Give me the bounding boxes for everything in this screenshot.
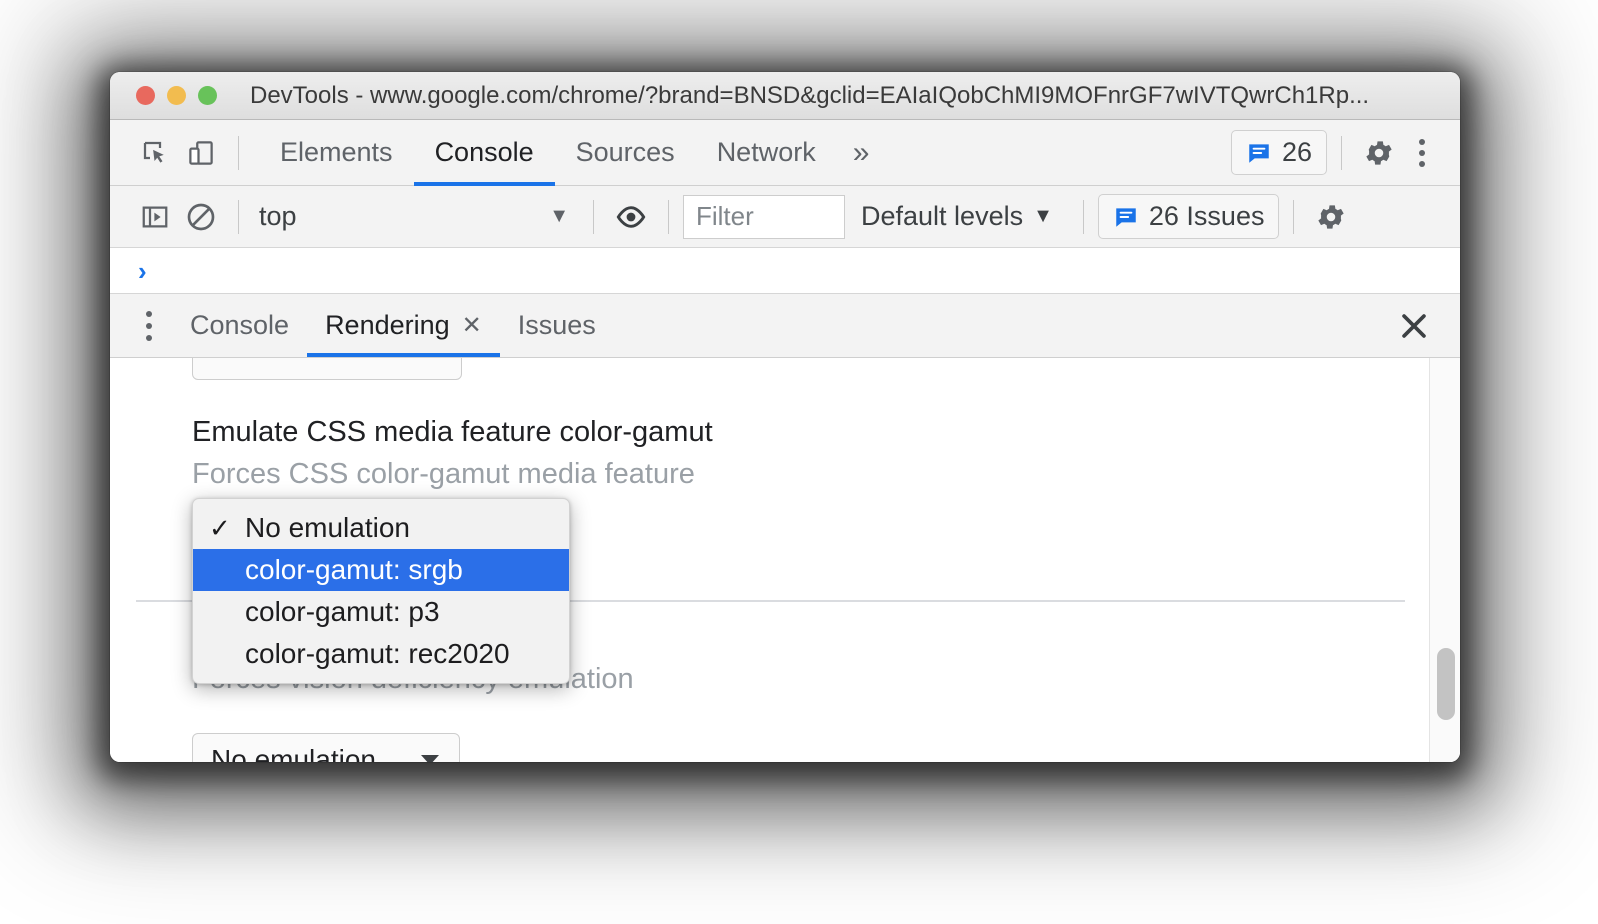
drawer-tab-rendering-label: Rendering	[325, 310, 450, 340]
color-gamut-setting-title: Emulate CSS media feature color-gamut	[192, 416, 713, 448]
check-icon: ✓	[209, 512, 231, 543]
live-expression-eye-icon[interactable]	[608, 194, 654, 240]
filter-input[interactable]: Filter	[683, 194, 845, 239]
devtools-main-toolbar: Elements Console Sources Network » 26	[110, 120, 1460, 186]
panel-tab-list: Elements Console Sources Network »	[259, 120, 885, 186]
window-title: DevTools - www.google.com/chrome/?brand=…	[250, 81, 1370, 109]
color-gamut-dropdown-menu[interactable]: ✓ No emulation color-gamut: srgb color-g…	[192, 498, 570, 684]
log-levels-selector[interactable]: Default levels ▼	[845, 201, 1069, 232]
drawer-tab-console[interactable]: Console	[172, 294, 307, 357]
console-toolbar-separator-3	[668, 199, 669, 234]
console-toolbar-separator-4	[1082, 199, 1084, 234]
kebab-menu-icon[interactable]	[1402, 130, 1442, 176]
menu-item-label: color-gamut: rec2020	[245, 638, 510, 669]
tab-network[interactable]: Network	[696, 120, 837, 186]
inspect-element-icon[interactable]	[132, 130, 178, 176]
menu-item-color-gamut-srgb[interactable]: color-gamut: srgb	[193, 549, 569, 591]
chevron-down-icon: ▼	[549, 205, 569, 227]
rendering-panel: Emulate CSS media feature color-gamut Fo…	[110, 358, 1460, 762]
scrollbar-thumb[interactable]	[1437, 648, 1455, 720]
console-issues-label: 26 Issues	[1148, 201, 1265, 231]
rendering-pane-scrollbar[interactable]	[1429, 358, 1460, 762]
clear-console-icon[interactable]	[178, 194, 224, 240]
chevron-down-icon: ▼	[1033, 205, 1053, 227]
menu-item-label: color-gamut: p3	[245, 596, 440, 627]
screenshot-root: DevTools - www.google.com/chrome/?brand=…	[0, 0, 1598, 924]
drawer-tab-bar: Console Rendering ✕ Issues	[110, 294, 1460, 358]
zoom-window-button[interactable]	[198, 86, 217, 105]
console-toolbar-separator-5	[1293, 199, 1295, 234]
menu-item-label: color-gamut: srgb	[245, 554, 463, 585]
rendering-panel-body: Emulate CSS media feature color-gamut Fo…	[110, 358, 1460, 762]
more-tabs-chevron-icon[interactable]: »	[837, 120, 886, 186]
color-gamut-setting-description: Forces CSS color-gamut media feature	[192, 458, 695, 490]
device-toolbar-icon[interactable]	[178, 130, 224, 176]
console-prompt-chevron-icon: ›	[138, 255, 147, 286]
close-window-button[interactable]	[136, 86, 155, 105]
issue-message-icon	[1116, 207, 1136, 227]
menu-item-label: No emulation	[245, 512, 410, 543]
console-settings-gear-icon[interactable]	[1308, 194, 1354, 240]
tab-elements[interactable]: Elements	[259, 120, 414, 186]
log-levels-label: Default levels	[861, 201, 1024, 231]
window-title-bar: DevTools - www.google.com/chrome/?brand=…	[110, 72, 1460, 120]
issues-counter-button[interactable]: 26	[1230, 130, 1327, 175]
toolbar-separator-2	[1341, 135, 1342, 170]
drawer-tab-issues-label: Issues	[517, 310, 596, 340]
issues-count-label: 26	[1281, 137, 1312, 167]
drawer-tab-issues[interactable]: Issues	[500, 294, 614, 357]
menu-item-color-gamut-rec2020[interactable]: color-gamut: rec2020	[193, 633, 569, 675]
console-toolbar-separator-2	[593, 199, 594, 234]
menu-item-color-gamut-p3[interactable]: color-gamut: p3	[193, 591, 569, 633]
minimize-window-button[interactable]	[167, 86, 186, 105]
traffic-light-group	[136, 86, 217, 105]
tab-sources[interactable]: Sources	[555, 120, 696, 186]
drawer-tab-console-label: Console	[190, 310, 290, 340]
drawer-tab-rendering[interactable]: Rendering ✕	[307, 294, 500, 357]
execution-context-selector[interactable]: top ▼	[253, 201, 579, 232]
chevron-down-icon	[421, 755, 439, 762]
console-toolbar: top ▼ Filter Default levels ▼ 26 Issues	[110, 186, 1460, 248]
close-rendering-tab-icon[interactable]: ✕	[462, 313, 482, 338]
issue-message-icon	[1249, 143, 1269, 163]
menu-item-no-emulation[interactable]: ✓ No emulation	[193, 507, 569, 549]
drawer-kebab-menu-icon[interactable]	[126, 294, 172, 357]
gear-icon[interactable]	[1356, 130, 1402, 176]
console-sidebar-icon[interactable]	[132, 194, 178, 240]
vision-deficiency-select-value: No emulation	[211, 744, 376, 762]
devtools-window: DevTools - www.google.com/chrome/?brand=…	[110, 72, 1460, 762]
tab-console[interactable]: Console	[413, 120, 555, 186]
toolbar-separator	[238, 135, 239, 170]
console-toolbar-separator	[238, 199, 239, 234]
console-issues-button[interactable]: 26 Issues	[1097, 194, 1280, 239]
close-drawer-icon[interactable]	[1382, 294, 1446, 357]
console-prompt-row[interactable]: ›	[110, 248, 1460, 294]
clipped-setting-select[interactable]	[192, 358, 462, 380]
vision-deficiency-select[interactable]: No emulation	[192, 733, 460, 762]
execution-context-value: top	[259, 201, 297, 231]
